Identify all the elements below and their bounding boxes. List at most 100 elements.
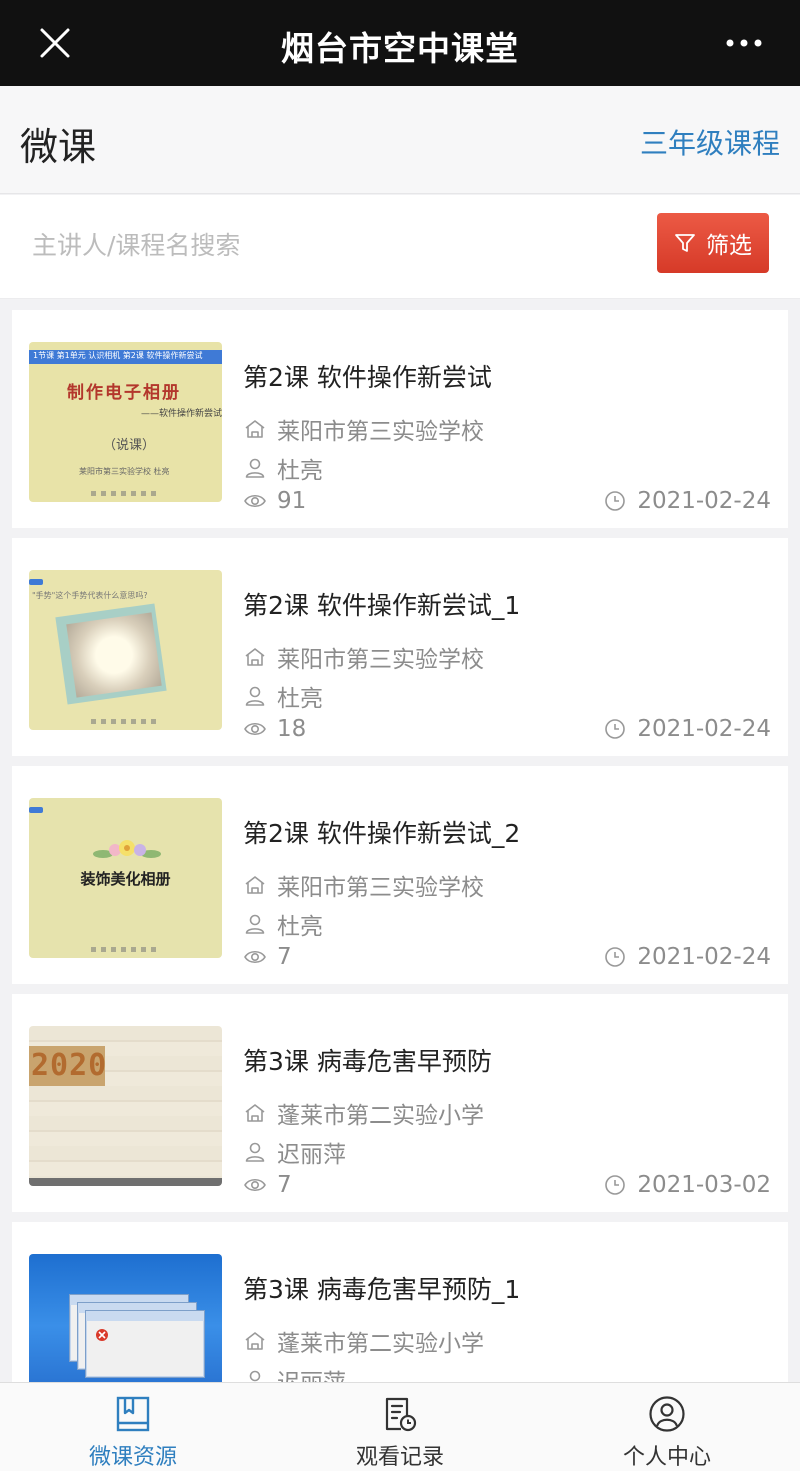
- school-name: 莱阳市第三实验学校: [277, 647, 484, 673]
- course-title: 第3课 病毒危害早预防_1: [243, 1275, 521, 1304]
- course-views: 7: [243, 1172, 292, 1198]
- course-teacher: 杜亮: [243, 451, 323, 485]
- eye-icon: [244, 494, 266, 508]
- app-title: 烟台市空中课堂: [281, 29, 519, 68]
- thumbnail-year: 2020: [29, 1046, 106, 1086]
- view-count: 7: [277, 944, 292, 970]
- publish-date: 2021-02-24: [637, 716, 771, 742]
- history-icon: [385, 1397, 417, 1432]
- thumbnail-strip-text: 1节课 第1单元 认识相机 第2课 软件操作新尝试: [33, 351, 203, 360]
- publish-date: 2021-03-02: [637, 1172, 771, 1198]
- course-school: 莱阳市第三实验学校: [243, 640, 484, 674]
- hands-photo: [66, 612, 162, 698]
- book-icon: [116, 1396, 150, 1432]
- school-name: 莱阳市第三实验学校: [277, 419, 484, 445]
- course-card[interactable]: 第3课 病毒危害早预防_1 蓬莱市第二实验小学 迟丽萍: [12, 1222, 788, 1382]
- page-title: 微课: [20, 125, 97, 169]
- tab-personal-center[interactable]: 个人中心: [534, 1383, 800, 1471]
- more-icon[interactable]: [724, 32, 764, 54]
- eye-icon: [244, 950, 266, 964]
- home-icon: [245, 1332, 265, 1350]
- course-teacher: 杜亮: [243, 907, 323, 941]
- course-thumbnail: "手势"这个手势代表什么意思吗?: [29, 570, 222, 730]
- course-list: 1节课 第1单元 认识相机 第2课 软件操作新尝试 制作电子相册 ——软件操作新…: [0, 300, 800, 1382]
- tab-label: 个人中心: [622, 1445, 711, 1470]
- thumbnail-question: "手势"这个手势代表什么意思吗?: [32, 591, 148, 600]
- teacher-name: 迟丽萍: [277, 1142, 346, 1168]
- bottom-tab-bar: 微课资源 观看记录 个人中心: [0, 1382, 800, 1471]
- course-school: 莱阳市第三实验学校: [243, 868, 484, 902]
- course-views: 7: [243, 944, 292, 970]
- funnel-icon: [675, 234, 695, 252]
- course-card[interactable]: 1节课 第1单元 认识相机 第2课 软件操作新尝试 制作电子相册 ——软件操作新…: [12, 310, 788, 528]
- tab-label: 观看记录: [355, 1445, 444, 1470]
- tab-watch-history[interactable]: 观看记录: [267, 1383, 533, 1471]
- home-icon: [245, 648, 265, 666]
- teacher-name: 杜亮: [277, 914, 323, 940]
- eye-icon: [244, 722, 266, 736]
- publish-date: 2021-02-24: [637, 944, 771, 970]
- course-title: 第3课 病毒危害早预防: [243, 1047, 492, 1076]
- course-teacher: 迟丽萍: [243, 1363, 346, 1382]
- course-card[interactable]: "手势"这个手势代表什么意思吗? 第2课 软件操作新尝试_1 莱阳市第三实验学校…: [12, 538, 788, 756]
- clock-icon: [605, 947, 626, 967]
- course-thumbnail: [29, 1254, 222, 1382]
- user-icon: [245, 686, 265, 706]
- thumbnail-note: （说课）: [103, 438, 156, 453]
- user-circle-icon: [649, 1396, 685, 1432]
- school-name: 蓬莱市第二实验小学: [277, 1331, 484, 1357]
- course-title: 第2课 软件操作新尝试_2: [243, 819, 521, 848]
- course-title: 第2课 软件操作新尝试_1: [243, 591, 521, 620]
- course-title: 第2课 软件操作新尝试: [243, 363, 492, 392]
- thumbnail-subtitle: ——软件操作新尝试: [141, 409, 222, 419]
- clock-icon: [605, 1175, 626, 1195]
- thumbnail-footer: 莱阳市第三实验学校 杜亮: [79, 467, 170, 476]
- clock-icon: [605, 491, 626, 511]
- course-date: 2021-02-24: [603, 716, 771, 742]
- course-thumbnail: 2020: [29, 1026, 222, 1186]
- school-name: 蓬莱市第二实验小学: [277, 1103, 484, 1129]
- user-icon: [245, 914, 265, 934]
- course-date: 2021-03-02: [603, 1172, 771, 1198]
- course-school: 莱阳市第三实验学校: [243, 412, 484, 446]
- clock-icon: [605, 719, 626, 739]
- home-icon: [245, 876, 265, 894]
- top-nav-bar: 烟台市空中课堂: [0, 0, 800, 86]
- course-date: 2021-02-24: [603, 944, 771, 970]
- tab-micro-course-resources[interactable]: 微课资源: [0, 1383, 266, 1471]
- home-icon: [245, 420, 265, 438]
- course-date: 2021-02-24: [603, 488, 771, 514]
- course-views: 91: [243, 488, 306, 514]
- error-icon: [96, 1329, 108, 1341]
- user-icon: [245, 458, 265, 478]
- search-bar: 筛选: [0, 195, 800, 299]
- view-count: 7: [277, 1172, 292, 1198]
- course-teacher: 迟丽萍: [243, 1135, 346, 1169]
- page-header: 微课 三年级课程: [0, 86, 800, 194]
- course-thumbnail: 1节课 第1单元 认识相机 第2课 软件操作新尝试 制作电子相册 ——软件操作新…: [29, 342, 222, 502]
- view-count: 91: [277, 488, 307, 514]
- course-card[interactable]: 装饰美化相册 第2课 软件操作新尝试_2 莱阳市第三实验学校 杜亮 7 2021…: [12, 766, 788, 984]
- eye-icon: [244, 1178, 266, 1192]
- user-icon: [245, 1142, 265, 1162]
- thumbnail-caption: 装饰美化相册: [80, 870, 171, 888]
- filter-button[interactable]: 筛选: [657, 213, 769, 273]
- view-count: 18: [277, 716, 307, 742]
- tab-label: 微课资源: [88, 1445, 177, 1470]
- grade-link[interactable]: 三年级课程: [640, 122, 780, 162]
- teacher-name: 杜亮: [277, 686, 323, 712]
- user-icon: [249, 1370, 261, 1382]
- search-input[interactable]: [32, 225, 632, 265]
- teacher-name: 杜亮: [277, 458, 323, 484]
- school-name: 莱阳市第三实验学校: [277, 875, 484, 901]
- course-teacher: 杜亮: [243, 679, 323, 713]
- course-school: 蓬莱市第二实验小学: [243, 1324, 484, 1358]
- course-views: 18: [243, 716, 306, 742]
- teacher-name: 迟丽萍: [277, 1363, 346, 1382]
- flower-decoration: [93, 840, 161, 858]
- course-thumbnail: 装饰美化相册: [29, 798, 222, 958]
- course-card[interactable]: 2020 第3课 病毒危害早预防 蓬莱市第二实验小学 迟丽萍 7 2021-03…: [12, 994, 788, 1212]
- filter-label: 筛选: [706, 233, 752, 259]
- course-school: 蓬莱市第二实验小学: [243, 1096, 484, 1130]
- publish-date: 2021-02-24: [637, 488, 771, 514]
